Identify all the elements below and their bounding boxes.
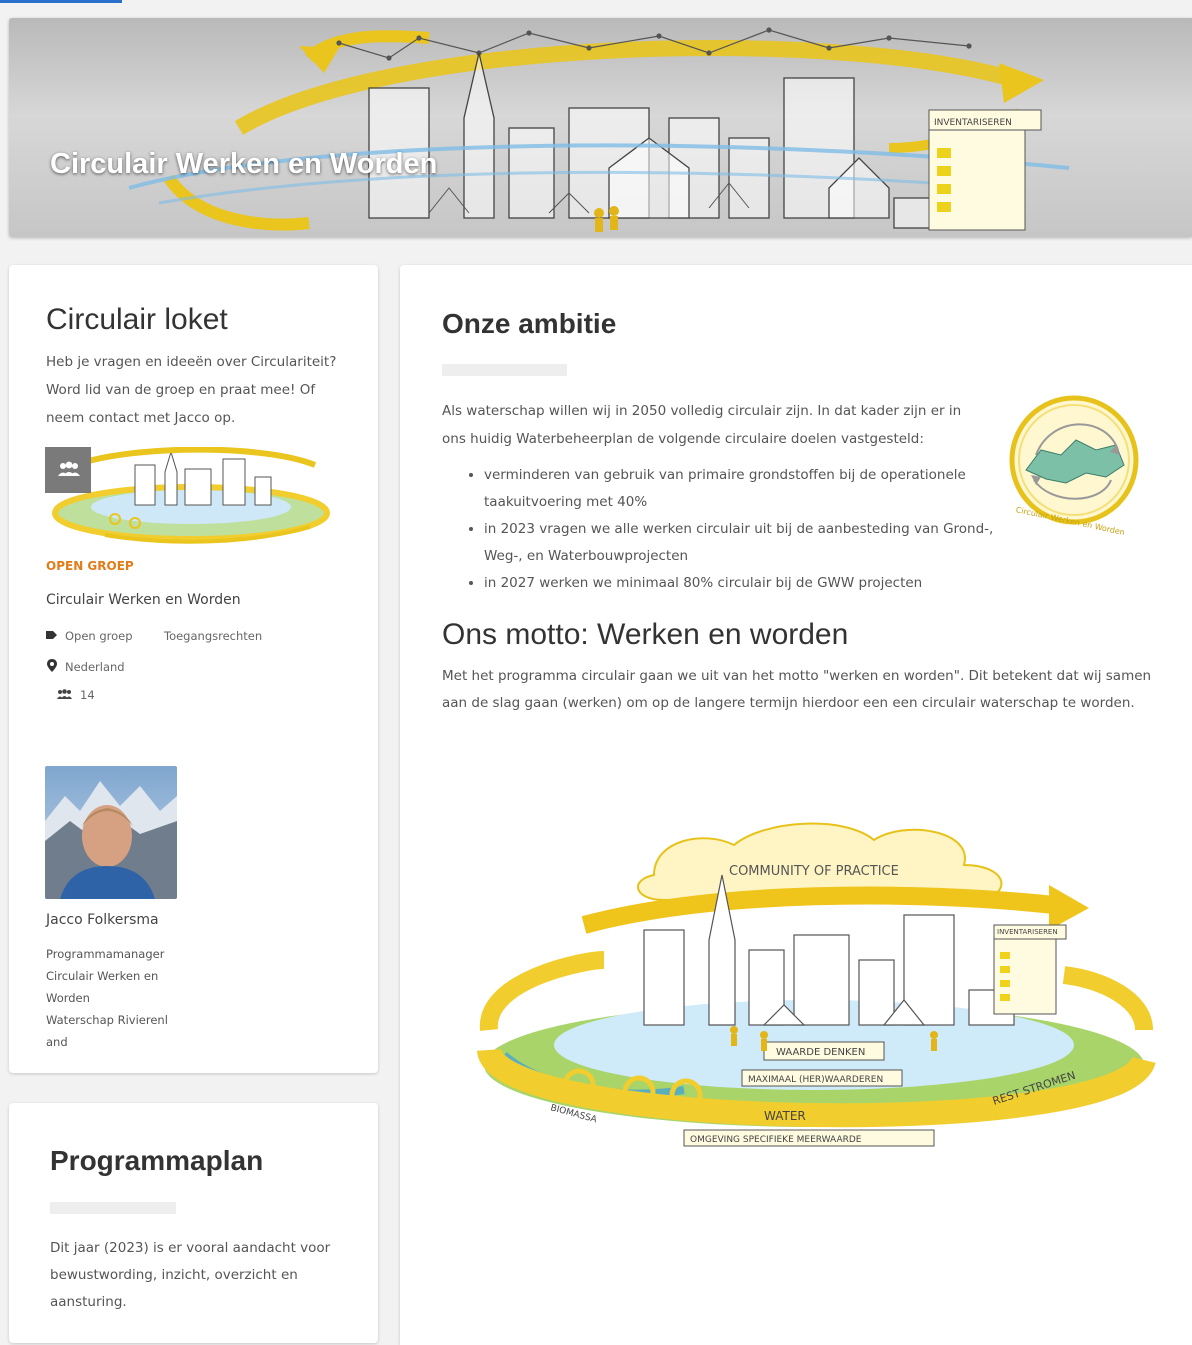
- title-underline-bar: [50, 1202, 176, 1214]
- group-access-link[interactable]: Toegangsrechten: [164, 629, 262, 643]
- location-pin-icon: [47, 659, 57, 675]
- goal-item: verminderen van gebruik van primaire gro…: [484, 462, 1029, 516]
- community-of-practice-illustration: COMMUNITY OF PRACTICE WAARDE DENKEN MAXI…: [477, 822, 1156, 1147]
- group-icon-box: [45, 447, 91, 493]
- loket-title: Circulair loket: [46, 303, 228, 336]
- svg-text:INVENTARISEREN: INVENTARISEREN: [934, 118, 1012, 128]
- group-members: 14: [57, 688, 95, 702]
- illustration-label: WATER: [764, 1109, 806, 1123]
- goal-item: in 2023 vragen we alle werken circulair …: [484, 516, 1029, 570]
- group-location: Nederland: [47, 659, 125, 675]
- hero-title: Circulair Werken en Worden: [50, 148, 438, 180]
- members-icon: [57, 688, 72, 702]
- illustration-label: MAXIMAAL (HER)WAARDEREN: [748, 1075, 883, 1085]
- circulair-logo-image: Circulair Werken en Worden: [1009, 395, 1139, 537]
- illustration-label: OMGEVING SPECIFIEKE MEERWAARDE: [690, 1135, 862, 1145]
- group-members-count: 14: [80, 688, 95, 702]
- group-people-icon: [58, 461, 80, 476]
- group-visibility: Open groep: [46, 629, 133, 643]
- illustration-banner-label: COMMUNITY OF PRACTICE: [729, 864, 899, 879]
- programmaplan-text: Dit jaar (2023) is er vooral aandacht vo…: [50, 1240, 331, 1310]
- group-location-text: Nederland: [65, 660, 125, 674]
- group-access-text[interactable]: Toegangsrechten: [164, 629, 262, 643]
- loket-description: Heb je vragen en ideeën over Circularite…: [46, 354, 337, 426]
- contact-organization: Waterschap Rivierenland: [46, 1013, 168, 1049]
- hero-illustration: INVENTARISEREN: [128, 27, 1070, 232]
- group-type-label: OPEN GROEP: [46, 559, 134, 573]
- group-visibility-text: Open groep: [65, 629, 133, 643]
- contact-name[interactable]: Jacco Folkersma: [46, 912, 159, 928]
- group-name-link[interactable]: Circulair Werken en Worden: [46, 592, 241, 608]
- title-underline-bar: [442, 364, 567, 376]
- goal-item: in 2027 werken we minimaal 80% circulair…: [484, 570, 1029, 597]
- hero-banner: INVENTARISEREN Circulair Werken en Worde…: [9, 18, 1192, 237]
- motto-text: Met het programma circulair gaan we uit …: [442, 668, 1152, 711]
- ambition-intro: Als waterschap willen wij in 2050 volled…: [442, 403, 962, 447]
- ambition-title: Onze ambitie: [442, 308, 617, 339]
- contact-role: Programmamanager Circulair Werken en Wor…: [46, 947, 165, 1005]
- motto-title: Ons motto: Werken en worden: [442, 618, 849, 651]
- programmaplan-title: Programmaplan: [50, 1145, 264, 1176]
- illustration-label: WAARDE DENKEN: [776, 1047, 865, 1058]
- contact-details: Programmamanager Circulair Werken en Wor…: [46, 943, 170, 1053]
- programmaplan-card: Programmaplan Dit jaar (2023) is er voor…: [9, 1103, 378, 1343]
- tag-icon: [46, 629, 57, 643]
- main-content-card: Onze ambitie Als waterschap willen wij i…: [400, 265, 1192, 1345]
- loket-card: Circulair loket Heb je vragen en ideeën …: [9, 265, 378, 1073]
- ambition-goals-list: verminderen van gebruik van primaire gro…: [442, 462, 1029, 597]
- illustration-label: INVENTARISEREN: [997, 928, 1058, 936]
- top-link-underline[interactable]: [0, 0, 122, 3]
- contact-avatar[interactable]: [45, 766, 177, 899]
